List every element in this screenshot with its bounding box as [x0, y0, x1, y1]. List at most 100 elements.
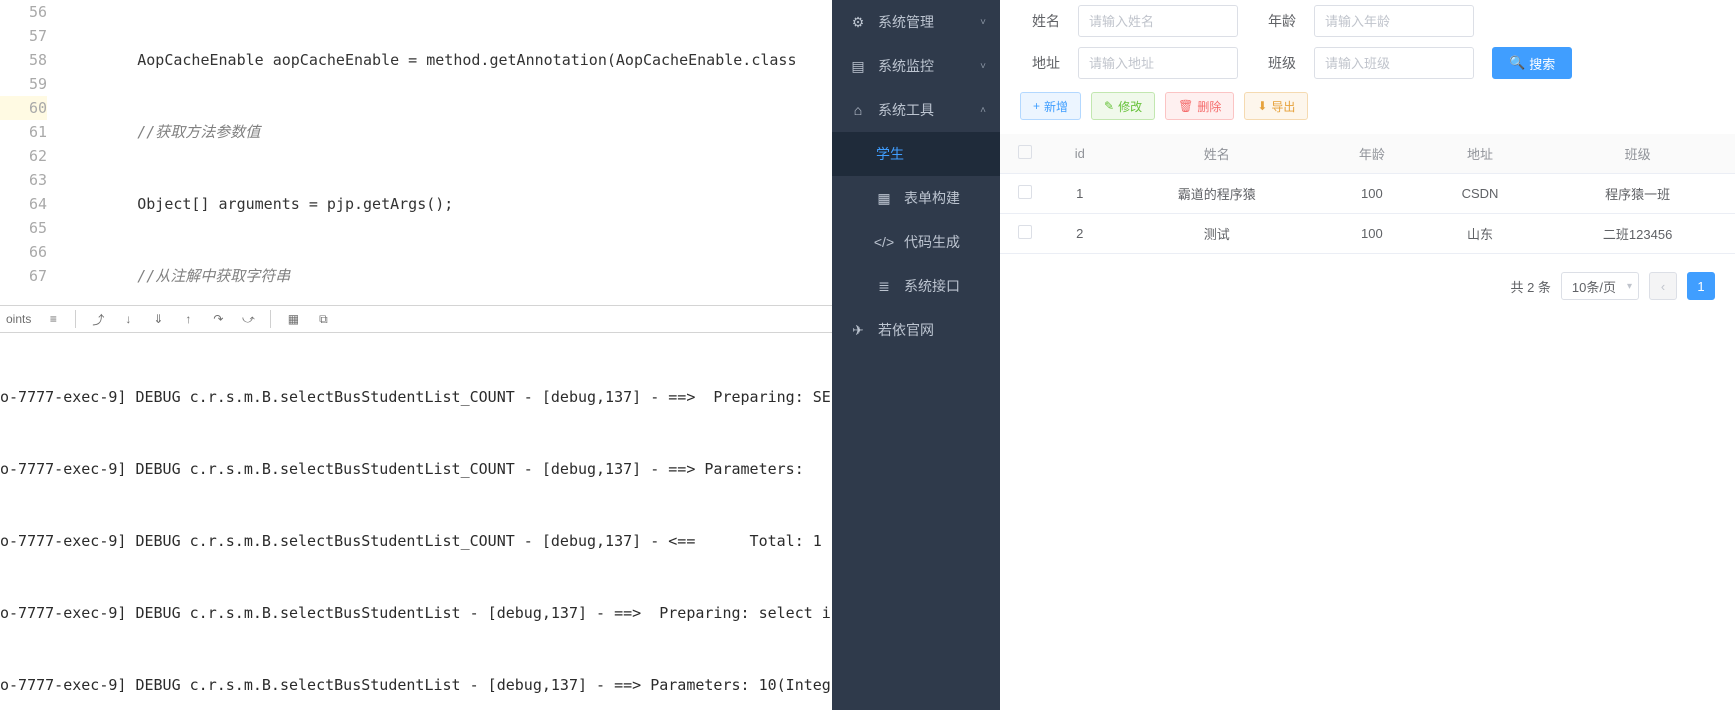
cell-name: 测试: [1110, 214, 1324, 254]
cell-class: 二班123456: [1540, 214, 1735, 254]
sidebar: ⚙ 系统管理 ˅ ▤ 系统监控 ˅ ⌂ 系统工具 ˄ 学生 ▦ 表单构建 </>…: [832, 0, 1000, 710]
edit-button-label: 修改: [1118, 98, 1142, 115]
sidebar-item-code-gen[interactable]: </> 代码生成: [832, 220, 1000, 264]
checkbox-icon[interactable]: [1018, 145, 1032, 159]
export-button-label: 导出: [1271, 98, 1295, 115]
line-number: 57: [0, 24, 47, 48]
sidebar-item-system-tools[interactable]: ⌂ 系统工具 ˄: [832, 88, 1000, 132]
app-panel: 姓名 年龄 地址 班级 🔍 搜索 + 新增 ✎ 修改 🗑 删除 ⬇ 导出: [1000, 0, 1735, 710]
step-out-icon[interactable]: ↑: [180, 311, 196, 327]
step-over-icon[interactable]: ⤴: [90, 311, 106, 327]
sidebar-item-api[interactable]: ≣ 系统接口: [832, 264, 1000, 308]
add-button-label: 新增: [1044, 98, 1068, 115]
sidebar-item-system-manage[interactable]: ⚙ 系统管理 ˅: [832, 0, 1000, 44]
action-row: + 新增 ✎ 修改 🗑 删除 ⬇ 导出: [1000, 84, 1735, 128]
settings-icon[interactable]: ⧉: [315, 311, 331, 327]
col-id: id: [1050, 134, 1110, 174]
pagination: 共 2 条 10条/页 ‹ 1: [1000, 254, 1735, 318]
address-input[interactable]: [1078, 47, 1238, 79]
age-label: 年龄: [1256, 11, 1296, 31]
sidebar-item-form-builder[interactable]: ▦ 表单构建: [832, 176, 1000, 220]
chevron-down-icon: ˅: [980, 17, 986, 28]
col-address: 地址: [1420, 134, 1541, 174]
api-icon: ≣: [876, 278, 892, 294]
sidebar-item-official-site[interactable]: ✈ 若依官网: [832, 308, 1000, 352]
total-text: 共 2 条: [1510, 277, 1550, 296]
code-editor[interactable]: 56 57 58 59 60 61 62 63 64 65 66 67 AopC…: [0, 0, 832, 305]
row-checkbox[interactable]: [1018, 185, 1032, 199]
ide-panel: 56 57 58 59 60 61 62 63 64 65 66 67 AopC…: [0, 0, 832, 710]
download-icon: ⬇: [1257, 99, 1267, 113]
code-line: //从注解中获取字符串: [65, 264, 832, 288]
page-number-button[interactable]: 1: [1687, 272, 1715, 300]
monitor-icon: ▤: [850, 58, 866, 74]
code-line: AopCacheEnable aopCacheEnable = method.g…: [65, 48, 832, 72]
tool-icon: ⌂: [850, 102, 866, 118]
cell-id: 2: [1050, 214, 1110, 254]
plus-icon: +: [1033, 99, 1040, 113]
sidebar-item-system-monitor[interactable]: ▤ 系统监控 ˅: [832, 44, 1000, 88]
plane-icon: ✈: [850, 322, 866, 338]
cell-age: 100: [1324, 214, 1420, 254]
step-into-force-icon[interactable]: ⇓: [150, 311, 166, 327]
gear-icon: ⚙: [850, 14, 866, 30]
checkbox-header[interactable]: [1000, 134, 1050, 174]
log-line: o-7777-exec-9] DEBUG c.r.s.m.B.selectBus…: [0, 529, 832, 553]
table-header-row: id 姓名 年龄 地址 班级: [1000, 134, 1735, 174]
run-to-cursor-icon[interactable]: ↷: [210, 311, 226, 327]
log-line: o-7777-exec-9] DEBUG c.r.s.m.B.selectBus…: [0, 673, 832, 697]
export-button[interactable]: ⬇ 导出: [1244, 92, 1308, 120]
filter-row-2: 地址 班级 🔍 搜索: [1000, 42, 1735, 84]
form-icon: ▦: [876, 190, 892, 206]
class-input[interactable]: [1314, 47, 1474, 79]
console-output[interactable]: o-7777-exec-9] DEBUG c.r.s.m.B.selectBus…: [0, 333, 832, 710]
step-into-icon[interactable]: ↓: [120, 311, 136, 327]
name-input[interactable]: [1078, 5, 1238, 37]
search-button[interactable]: 🔍 搜索: [1492, 47, 1572, 79]
table-row[interactable]: 1 霸道的程序猿 100 CSDN 程序猿一班: [1000, 174, 1735, 214]
class-label: 班级: [1256, 53, 1296, 73]
line-number: 58: [0, 48, 47, 72]
chevron-up-icon: ˄: [980, 105, 986, 116]
edit-button[interactable]: ✎ 修改: [1091, 92, 1155, 120]
sidebar-item-label: 系统监控: [878, 56, 934, 76]
page-size-select[interactable]: 10条/页: [1561, 272, 1639, 300]
page-size-value: 10条/页: [1572, 277, 1616, 296]
log-line: o-7777-exec-9] DEBUG c.r.s.m.B.selectBus…: [0, 457, 832, 481]
search-icon: 🔍: [1509, 55, 1525, 71]
col-age: 年龄: [1324, 134, 1420, 174]
log-line: o-7777-exec-9] DEBUG c.r.s.m.B.selectBus…: [0, 601, 832, 625]
evaluate-icon[interactable]: ⤻: [240, 311, 256, 327]
sidebar-item-label: 表单构建: [904, 188, 960, 208]
code-lines[interactable]: AopCacheEnable aopCacheEnable = method.g…: [65, 0, 832, 305]
frames-icon[interactable]: ▦: [285, 311, 301, 327]
age-input[interactable]: [1314, 5, 1474, 37]
cell-address: CSDN: [1420, 174, 1541, 214]
table-row[interactable]: 2 测试 100 山东 二班123456: [1000, 214, 1735, 254]
sidebar-item-label: 学生: [876, 144, 904, 164]
sidebar-item-label: 系统管理: [878, 12, 934, 32]
prev-page-button[interactable]: ‹: [1649, 272, 1677, 300]
student-table: id 姓名 年龄 地址 班级 1 霸道的程序猿 100 CSDN 程序猿一班 2…: [1000, 134, 1735, 254]
sidebar-item-student[interactable]: 学生: [832, 132, 1000, 176]
cell-id: 1: [1050, 174, 1110, 214]
sidebar-item-label: 若依官网: [878, 320, 934, 340]
col-class: 班级: [1540, 134, 1735, 174]
code-line: //获取方法参数值: [65, 120, 832, 144]
add-button[interactable]: + 新增: [1020, 92, 1081, 120]
line-number: 67: [0, 264, 47, 288]
toolbar-label: oints: [6, 312, 31, 326]
line-number: 56: [0, 0, 47, 24]
name-label: 姓名: [1020, 11, 1060, 31]
cell-class: 程序猿一班: [1540, 174, 1735, 214]
search-button-label: 搜索: [1529, 54, 1555, 73]
line-number: 59: [0, 72, 47, 96]
code-line: Object[] arguments = pjp.getArgs();: [65, 192, 832, 216]
delete-button[interactable]: 🗑 删除: [1165, 92, 1234, 120]
row-checkbox[interactable]: [1018, 225, 1032, 239]
sidebar-item-label: 代码生成: [904, 232, 960, 252]
cell-age: 100: [1324, 174, 1420, 214]
list-icon[interactable]: ≡: [45, 311, 61, 327]
line-number: 64: [0, 192, 47, 216]
line-number: 61: [0, 120, 47, 144]
